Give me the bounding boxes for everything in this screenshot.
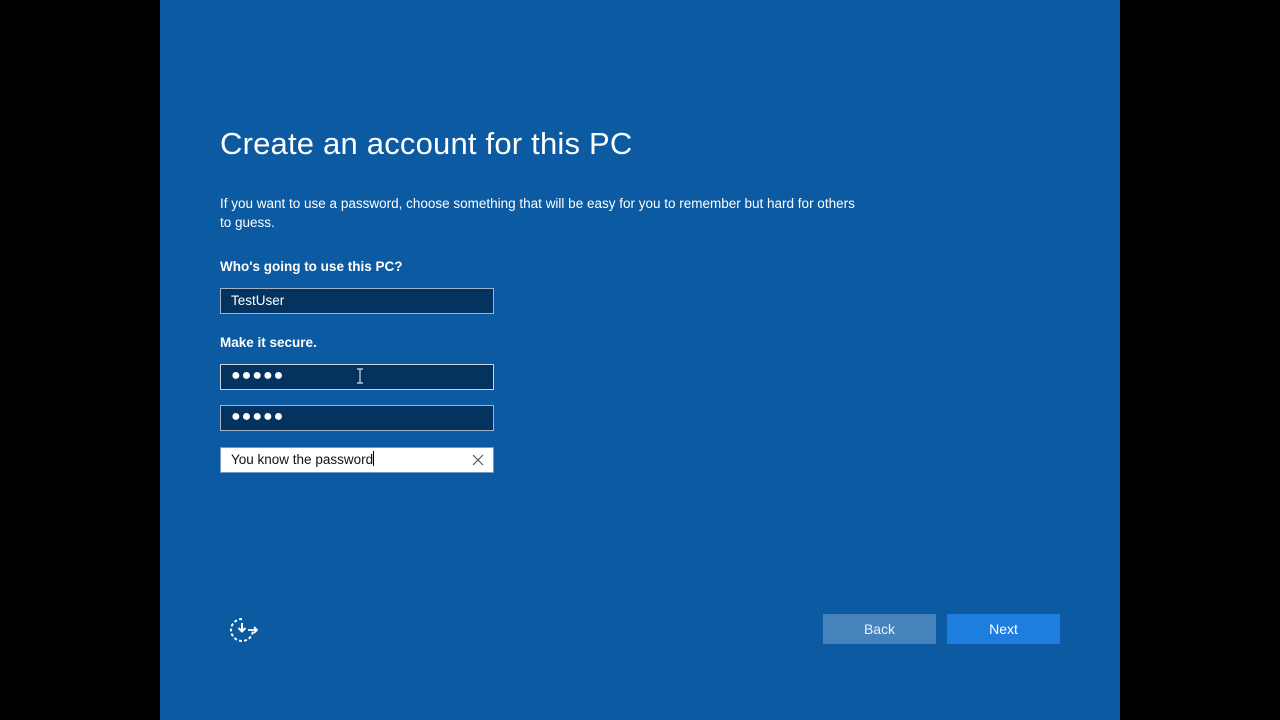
ease-of-access-icon[interactable]	[226, 614, 258, 646]
password-hint-value: You know the password	[231, 452, 374, 467]
back-button[interactable]: Back	[823, 614, 936, 644]
text-cursor-icon	[357, 368, 363, 384]
oobe-screen: Create an account for this PC If you wan…	[160, 0, 1120, 720]
username-value: TestUser	[231, 293, 285, 308]
confirm-password-value: ●●●●●	[231, 408, 285, 425]
username-field[interactable]: TestUser	[220, 288, 494, 314]
next-button[interactable]: Next	[947, 614, 1060, 644]
password-hint-field[interactable]: You know the password	[220, 447, 494, 473]
username-label: Who's going to use this PC?	[220, 259, 403, 274]
clear-icon[interactable]	[471, 453, 485, 467]
secure-label: Make it secure.	[220, 335, 317, 350]
page-title: Create an account for this PC	[220, 126, 633, 161]
password-value: ●●●●●	[231, 367, 285, 384]
confirm-password-field[interactable]: ●●●●●	[220, 405, 494, 431]
page-description: If you want to use a password, choose so…	[220, 196, 855, 230]
text-caret	[373, 451, 375, 466]
